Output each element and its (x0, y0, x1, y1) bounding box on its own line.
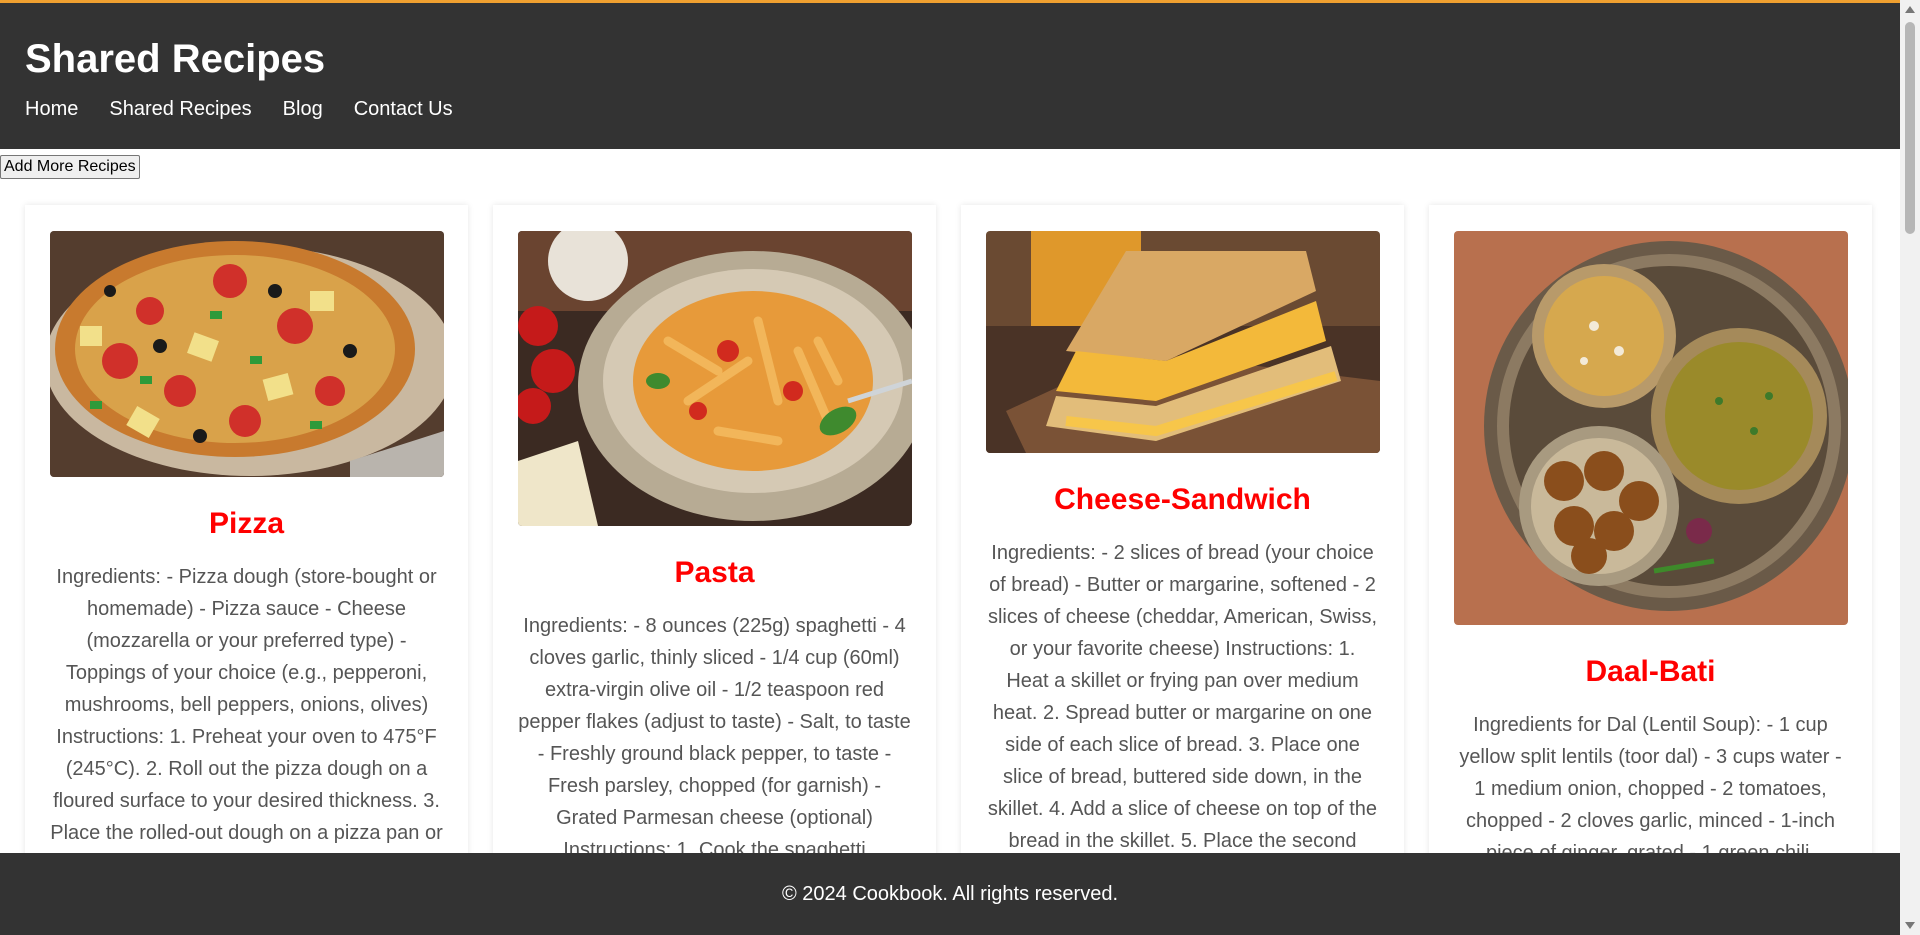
recipe-card-pizza: Pizza Ingredients: - Pizza dough (store-… (25, 205, 468, 905)
daal-bati-photo (1454, 231, 1848, 625)
scroll-down-arrow-icon[interactable] (1905, 922, 1915, 929)
recipe-card-cheese-sandwich: Cheese-Sandwich Ingredients: - 2 slices … (961, 205, 1404, 905)
pizza-image (50, 231, 444, 477)
recipe-title: Cheese-Sandwich (1054, 483, 1311, 516)
add-more-recipes-button[interactable]: Add More Recipes (0, 155, 140, 179)
recipe-title: Daal-Bati (1585, 655, 1716, 688)
recipe-title: Pasta (674, 556, 755, 589)
recipe-text: Ingredients: - 8 ounces (225g) spaghetti… (518, 615, 911, 861)
recipe-card-daal-bati: Daal-Bati Ingredients for Dal (Lentil So… (1429, 205, 1872, 905)
nav-blog[interactable]: Blog (283, 98, 323, 121)
cheese-sandwich-photo (986, 231, 1380, 453)
pizza-photo (50, 231, 444, 477)
pasta-photo (518, 231, 912, 526)
cheese-sandwich-image (986, 231, 1380, 453)
footer-copyright: © 2024 Cookbook. All rights reserved. (781, 883, 1119, 905)
recipe-card-pasta: Pasta Ingredients: - 8 ounces (225g) spa… (493, 205, 936, 905)
site-header: Shared Recipes Home Shared Recipes Blog … (0, 3, 1900, 149)
scrollbar-thumb[interactable] (1905, 22, 1915, 234)
recipe-grid: Pizza Ingredients: - Pizza dough (store-… (25, 205, 1900, 905)
nav-home[interactable]: Home (25, 98, 78, 121)
recipe-text: Ingredients for Dal (Lentil Soup): - 1 c… (1459, 714, 1842, 864)
recipe-title: Pizza (208, 507, 285, 540)
page-scrollbar[interactable] (1900, 0, 1920, 935)
pasta-image (518, 231, 912, 526)
scroll-up-arrow-icon[interactable] (1905, 6, 1915, 13)
recipe-text: Ingredients: - 2 slices of bread (your c… (987, 542, 1378, 884)
page-title: Shared Recipes (25, 37, 326, 81)
daal-bati-image (1454, 231, 1848, 625)
recipe-text: Ingredients: - Pizza dough (store-bought… (50, 566, 443, 844)
nav-shared-recipes[interactable]: Shared Recipes (109, 98, 251, 121)
nav-contact-us[interactable]: Contact Us (354, 98, 453, 121)
site-footer: © 2024 Cookbook. All rights reserved. (0, 853, 1900, 935)
main-nav: Home Shared Recipes Blog Contact Us (25, 98, 453, 121)
